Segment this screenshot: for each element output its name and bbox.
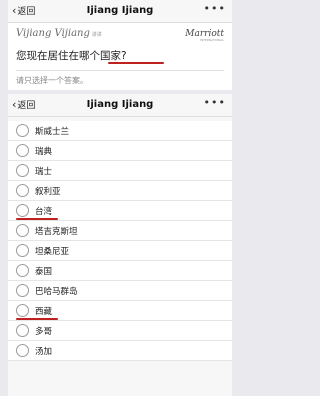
option-row[interactable]: 塔吉克斯坦 bbox=[8, 221, 232, 241]
chevron-left-icon: ‹ bbox=[12, 98, 17, 111]
option-label: 塔吉克斯坦 bbox=[35, 227, 78, 237]
option-label: 瑞士 bbox=[35, 167, 53, 177]
red-underline-annotation bbox=[108, 62, 164, 64]
radio-button[interactable] bbox=[16, 164, 29, 177]
question-label: 您现在居住在哪个国家? bbox=[16, 50, 127, 62]
radio-button[interactable] bbox=[16, 304, 29, 317]
option-label: 斯威士兰 bbox=[35, 127, 70, 137]
option-label: 瑞典 bbox=[35, 147, 53, 157]
question-text: 您现在居住在哪个国家? bbox=[8, 45, 232, 64]
brand-tag: 讲讲 bbox=[91, 32, 102, 38]
option-row[interactable]: 西藏 bbox=[8, 301, 232, 321]
back-button[interactable]: ‹返回 bbox=[12, 4, 35, 17]
radio-button[interactable] bbox=[16, 184, 29, 197]
country-options-list: 斯威士兰 瑞典 瑞士 叙利亚 台湾 塔吉克斯坦 坦桑尼亚 泰国 巴哈马群岛 西藏… bbox=[8, 121, 232, 361]
navigation-bar: ‹返回 Ijiang Ijiang ••• bbox=[8, 0, 232, 23]
option-label: 坦桑尼亚 bbox=[35, 247, 70, 257]
option-row[interactable]: 坦桑尼亚 bbox=[8, 241, 232, 261]
option-label: 多哥 bbox=[35, 327, 53, 337]
option-row[interactable]: 瑞士 bbox=[8, 161, 232, 181]
option-label: 西藏 bbox=[35, 307, 53, 317]
survey-question-screen: ‹返回 Ijiang Ijiang ••• Vijiang Vijiang 讲讲 … bbox=[8, 0, 232, 90]
brand-script-text: Vijiang Vijiang bbox=[16, 28, 90, 39]
option-label: 汤加 bbox=[35, 347, 53, 357]
back-label: 返回 bbox=[17, 101, 36, 111]
country-list-screen: ‹返回 Ijiang Ijiang ••• 斯威士兰 瑞典 瑞士 叙利亚 台湾 … bbox=[8, 94, 232, 396]
radio-button[interactable] bbox=[16, 124, 29, 137]
option-row[interactable]: 汤加 bbox=[8, 341, 232, 361]
option-row[interactable]: 泰国 bbox=[8, 261, 232, 281]
answer-hint: 请只选择一个答案。 bbox=[16, 70, 224, 86]
option-label: 泰国 bbox=[35, 267, 53, 277]
option-label: 叙利亚 bbox=[35, 187, 61, 197]
radio-button[interactable] bbox=[16, 144, 29, 157]
more-icon[interactable]: ••• bbox=[204, 96, 226, 109]
radio-button[interactable] bbox=[16, 324, 29, 337]
radio-button[interactable] bbox=[16, 284, 29, 297]
nav-title: Ijiang Ijiang bbox=[86, 5, 154, 16]
nav-title: Ijiang Ijiang bbox=[86, 99, 154, 110]
option-row[interactable]: 叙利亚 bbox=[8, 181, 232, 201]
option-label: 台湾 bbox=[35, 207, 53, 217]
radio-button[interactable] bbox=[16, 244, 29, 257]
navigation-bar: ‹返回 Ijiang Ijiang ••• bbox=[8, 94, 232, 117]
radio-button[interactable] bbox=[16, 344, 29, 357]
brand-row: Vijiang Vijiang 讲讲 Marriott INTERNATIONAL bbox=[8, 25, 232, 45]
red-underline-annotation bbox=[16, 218, 58, 220]
option-row[interactable]: 巴哈马群岛 bbox=[8, 281, 232, 301]
option-label: 巴哈马群岛 bbox=[35, 287, 78, 297]
more-icon[interactable]: ••• bbox=[204, 2, 226, 15]
radio-button[interactable] bbox=[16, 204, 29, 217]
radio-button[interactable] bbox=[16, 264, 29, 277]
back-button[interactable]: ‹返回 bbox=[12, 98, 35, 111]
radio-button[interactable] bbox=[16, 224, 29, 237]
option-row[interactable]: 斯威士兰 bbox=[8, 121, 232, 141]
chevron-left-icon: ‹ bbox=[12, 4, 17, 17]
marriott-logo: Marriott INTERNATIONAL bbox=[185, 29, 224, 42]
option-row[interactable]: 台湾 bbox=[8, 201, 232, 221]
red-underline-annotation bbox=[16, 318, 58, 320]
back-label: 返回 bbox=[17, 7, 36, 17]
option-row[interactable]: 多哥 bbox=[8, 321, 232, 341]
option-row[interactable]: 瑞典 bbox=[8, 141, 232, 161]
brand-script: Vijiang Vijiang 讲讲 bbox=[16, 28, 102, 39]
